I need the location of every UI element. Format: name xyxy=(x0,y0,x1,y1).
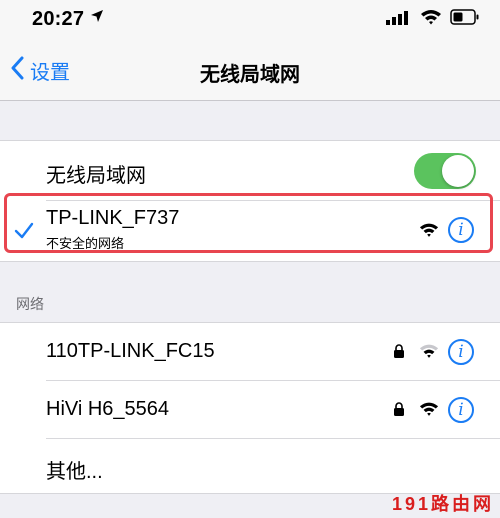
network-row[interactable]: HiVi H6_5564 i xyxy=(0,381,500,438)
battery-icon xyxy=(450,9,480,30)
network-name: 110TP-LINK_FC15 xyxy=(46,340,215,362)
wifi-toggle[interactable] xyxy=(414,153,476,189)
navigation-bar: 设置 无线局域网 xyxy=(0,40,500,101)
cellular-signal-icon xyxy=(386,9,412,30)
toggle-knob xyxy=(442,155,474,187)
status-indicators xyxy=(386,9,480,30)
other-network-label: 其他... xyxy=(46,461,103,483)
lock-icon xyxy=(393,344,405,363)
connected-network-name: TP-LINK_F737 xyxy=(46,207,180,229)
connected-network-subtitle: 不安全的网络 xyxy=(46,236,125,251)
wifi-signal-icon xyxy=(419,401,439,422)
network-name: HiVi H6_5564 xyxy=(46,398,170,420)
page-title: 无线局域网 xyxy=(200,64,300,86)
connected-network-row[interactable]: TP-LINK_F737 不安全的网络 i xyxy=(0,201,500,261)
location-arrow-icon xyxy=(90,9,104,28)
wifi-settings-group: 无线局域网 TP-LINK_F737 不安全的网络 i xyxy=(0,140,500,262)
wifi-signal-icon xyxy=(419,343,439,364)
wifi-status-icon xyxy=(420,9,442,30)
lock-icon xyxy=(393,402,405,421)
other-network-row[interactable]: 其他... xyxy=(0,439,500,493)
wifi-toggle-label: 无线局域网 xyxy=(46,165,146,187)
info-icon[interactable]: i xyxy=(448,339,474,365)
status-time: 20:27 xyxy=(32,8,85,30)
info-icon[interactable]: i xyxy=(448,397,474,423)
wifi-signal-icon xyxy=(419,222,439,243)
watermark-logo: 191路由网 xyxy=(391,494,494,514)
checkmark-icon xyxy=(14,222,34,245)
network-row[interactable]: 110TP-LINK_FC15 i xyxy=(0,323,500,380)
status-bar: 20:27 xyxy=(0,0,500,40)
networks-list: 110TP-LINK_FC15 i HiVi H6_5564 i 其他... xyxy=(0,322,500,494)
info-icon[interactable]: i xyxy=(448,217,474,243)
networks-section-header: 网络 xyxy=(16,296,44,312)
